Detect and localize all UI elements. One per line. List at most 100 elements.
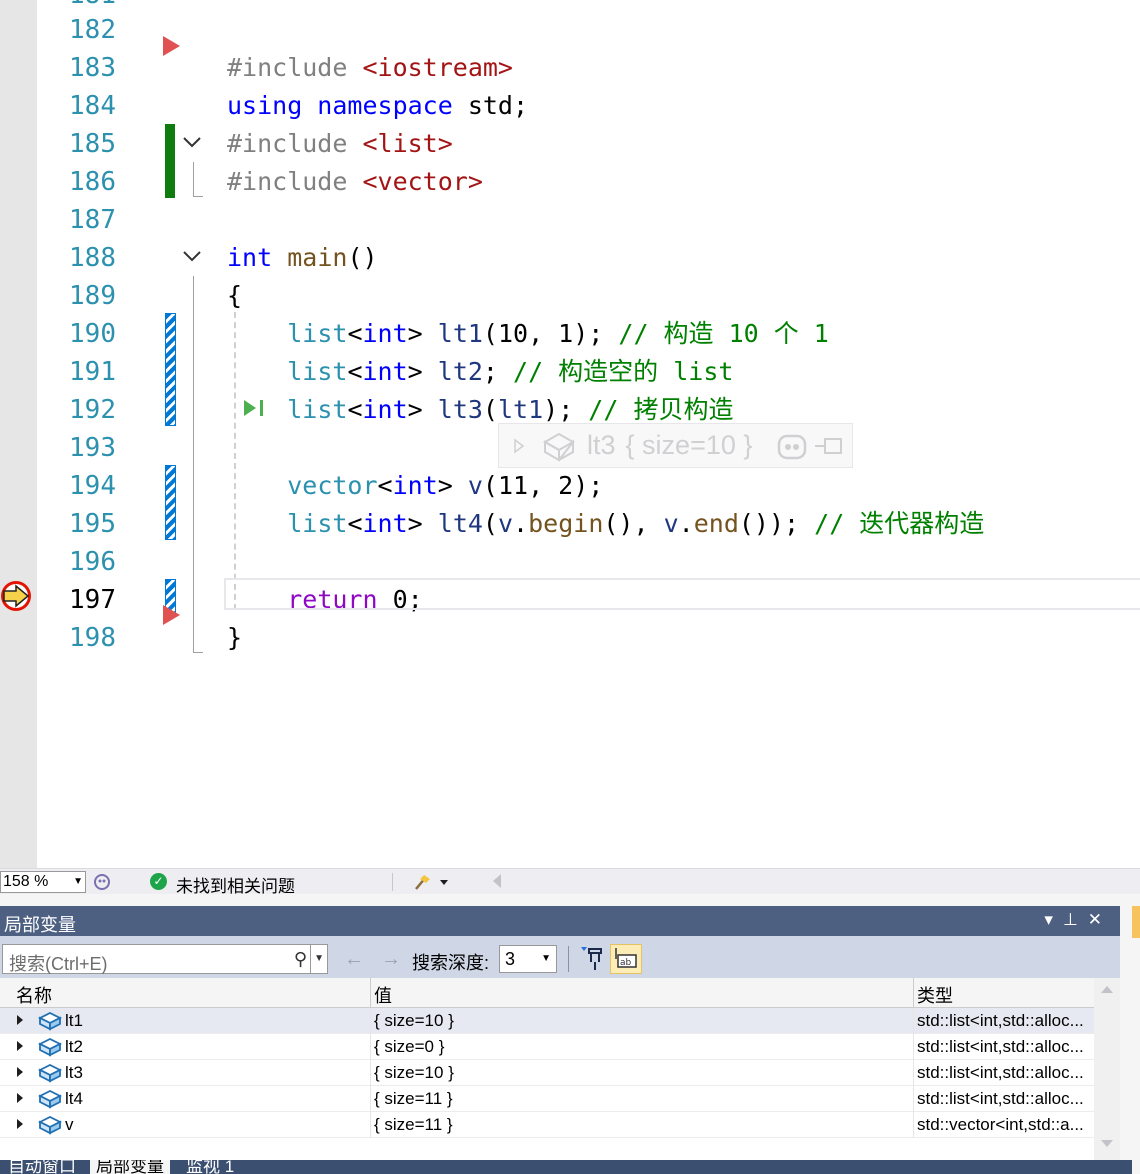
code-line-196[interactable]: 196 <box>0 543 1140 581</box>
code-text: { <box>227 277 242 315</box>
indent-guide <box>234 312 236 610</box>
zoom-dropdown[interactable]: 158 % ▼ <box>0 871 86 893</box>
code-editor[interactable]: 181 182183#include <iostream>184using na… <box>0 0 1140 868</box>
pin-icon[interactable]: ⊥ <box>1063 910 1088 929</box>
code-token: int <box>362 319 408 348</box>
search-icon[interactable]: ⚲ <box>294 949 307 970</box>
window-menu-chevron-icon[interactable]: ▾ <box>1044 910 1063 929</box>
line-number: 196 <box>69 547 116 577</box>
column-header-type[interactable]: 类型 <box>917 982 953 1008</box>
collapse-chevron-icon[interactable] <box>180 132 204 152</box>
expand-icon[interactable] <box>17 1067 23 1077</box>
panel-title: 局部变量 <box>4 915 76 935</box>
expand-icon[interactable] <box>17 1093 23 1103</box>
collapse-chevron-icon[interactable] <box>180 246 204 266</box>
hex-display-button[interactable]: ab <box>610 944 642 974</box>
grid-header: 名称 值 类型 <box>0 978 1094 1008</box>
scroll-up-icon[interactable] <box>1101 986 1113 993</box>
unsaved-change-bar <box>165 465 176 540</box>
search-depth-value: 3 <box>505 949 516 969</box>
editor-status-bar: 158 % ▼ ✓ 未找到相关问题 <box>0 868 1140 896</box>
code-line-189[interactable]: 189 { <box>0 277 1140 315</box>
variable-value[interactable]: { size=11 } <box>374 1089 453 1109</box>
variable-value[interactable]: { size=10 } <box>374 1063 454 1083</box>
code-token: lt2 <box>437 357 483 386</box>
code-token: list <box>287 357 348 386</box>
expand-icon[interactable] <box>17 1119 23 1129</box>
code-token: > <box>407 319 438 348</box>
code-token: > <box>407 395 438 424</box>
tab-1[interactable]: 局部变量 <box>90 1160 170 1174</box>
locals-titlebar[interactable]: 局部变量 ▾⊥✕ <box>0 906 1120 936</box>
variable-value[interactable]: { size=10 } <box>374 1011 454 1031</box>
datatip[interactable]: lt3 { size=10 } <box>498 423 853 468</box>
pin-columns-button[interactable] <box>580 946 604 972</box>
code-token: > <box>437 471 468 500</box>
current-line-highlight <box>224 578 1140 610</box>
code-line-187[interactable]: 187 <box>0 201 1140 239</box>
variable-type: std::vector<int,std::a... <box>917 1115 1084 1134</box>
variable-name: lt1 <box>65 1011 83 1030</box>
variable-name: lt4 <box>65 1089 83 1108</box>
expand-icon[interactable] <box>513 438 525 454</box>
code-token: ()); <box>738 509 815 538</box>
search-input[interactable]: 搜索(Ctrl+E) ⚲ ▼ <box>2 944 328 974</box>
forward-arrow-icon[interactable]: → <box>381 948 401 971</box>
code-token: lt1 <box>437 319 483 348</box>
code-token: int <box>227 243 288 272</box>
code-token: begin <box>528 509 604 538</box>
pin-icon[interactable] <box>813 434 845 458</box>
table-row[interactable]: v { size=11 } std::vector<int,std::a... <box>0 1112 1094 1138</box>
side-tab-accent[interactable] <box>1132 906 1140 938</box>
object-icon <box>542 432 576 462</box>
column-divider[interactable] <box>370 978 371 1008</box>
scroll-down-icon[interactable] <box>1101 1140 1113 1147</box>
expand-icon[interactable] <box>17 1015 23 1025</box>
code-token: . <box>513 509 529 538</box>
column-line <box>370 1008 371 1138</box>
line-number: 188 <box>69 243 116 273</box>
bookmark-icon[interactable] <box>163 605 180 625</box>
code-text: int main() <box>227 239 378 277</box>
code-token: lt1 <box>497 395 544 424</box>
column-header-value[interactable]: 值 <box>374 982 392 1008</box>
datatip-name: lt3 <box>587 430 616 460</box>
code-token: () <box>347 243 378 272</box>
search-depth-dropdown[interactable]: 3 ▼ <box>499 945 557 973</box>
table-row[interactable]: lt3 { size=10 } std::list<int,std::alloc..… <box>0 1060 1094 1086</box>
scroll-left-icon[interactable] <box>493 874 501 888</box>
table-row[interactable]: lt1 { size=10 } std::list<int,std::alloc..… <box>0 1008 1094 1034</box>
bookmark-icon[interactable] <box>163 36 180 56</box>
code-line-184[interactable]: 184 using namespace std; <box>0 87 1140 125</box>
tab-2[interactable]: 监视 1 <box>180 1160 240 1174</box>
line-number: 193 <box>69 433 116 463</box>
code-line-188[interactable]: 188 int main() <box>0 239 1140 277</box>
execution-pointer-icon[interactable] <box>0 579 34 618</box>
copilot-status-icon[interactable] <box>92 872 112 892</box>
close-icon[interactable]: ✕ <box>1088 910 1112 929</box>
code-token: // 构造 10 个 1 <box>618 319 829 348</box>
variable-value[interactable]: { size=11 } <box>374 1115 453 1135</box>
variable-value[interactable]: { size=0 } <box>374 1037 444 1057</box>
code-text: list<int> lt1(10, 1); // 构造 10 个 1 <box>227 315 829 353</box>
tab-0[interactable]: 自动窗口 <box>2 1160 82 1174</box>
column-header-name[interactable]: 名称 <box>16 982 52 1008</box>
code-cleanup-button[interactable] <box>412 871 454 893</box>
table-row[interactable]: lt4 { size=11 } std::list<int,std::alloc..… <box>0 1086 1094 1112</box>
expand-icon[interactable] <box>17 1041 23 1051</box>
column-divider[interactable] <box>913 978 914 1008</box>
table-row[interactable]: lt2 { size=0 } std::list<int,std::alloc... <box>0 1034 1094 1060</box>
back-arrow-icon[interactable]: ← <box>344 948 364 971</box>
chevron-down-icon[interactable]: ▼ <box>314 953 324 964</box>
code-token: <iostream> <box>362 53 513 82</box>
line-number: 184 <box>69 91 116 121</box>
code-token: list <box>287 319 348 348</box>
variable-name: lt3 <box>65 1063 83 1082</box>
hex-icon: ab <box>615 948 637 968</box>
run-to-click-icon[interactable] <box>241 396 267 425</box>
locals-toolbar: 搜索(Ctrl+E) ⚲ ▼ ← → 搜索深度: 3 ▼ ab <box>0 936 1120 978</box>
fold-guide-end <box>193 196 203 197</box>
copilot-icon[interactable] <box>775 430 809 462</box>
vertical-scrollbar[interactable] <box>1094 978 1120 1160</box>
check-icon: ✓ <box>150 873 167 890</box>
